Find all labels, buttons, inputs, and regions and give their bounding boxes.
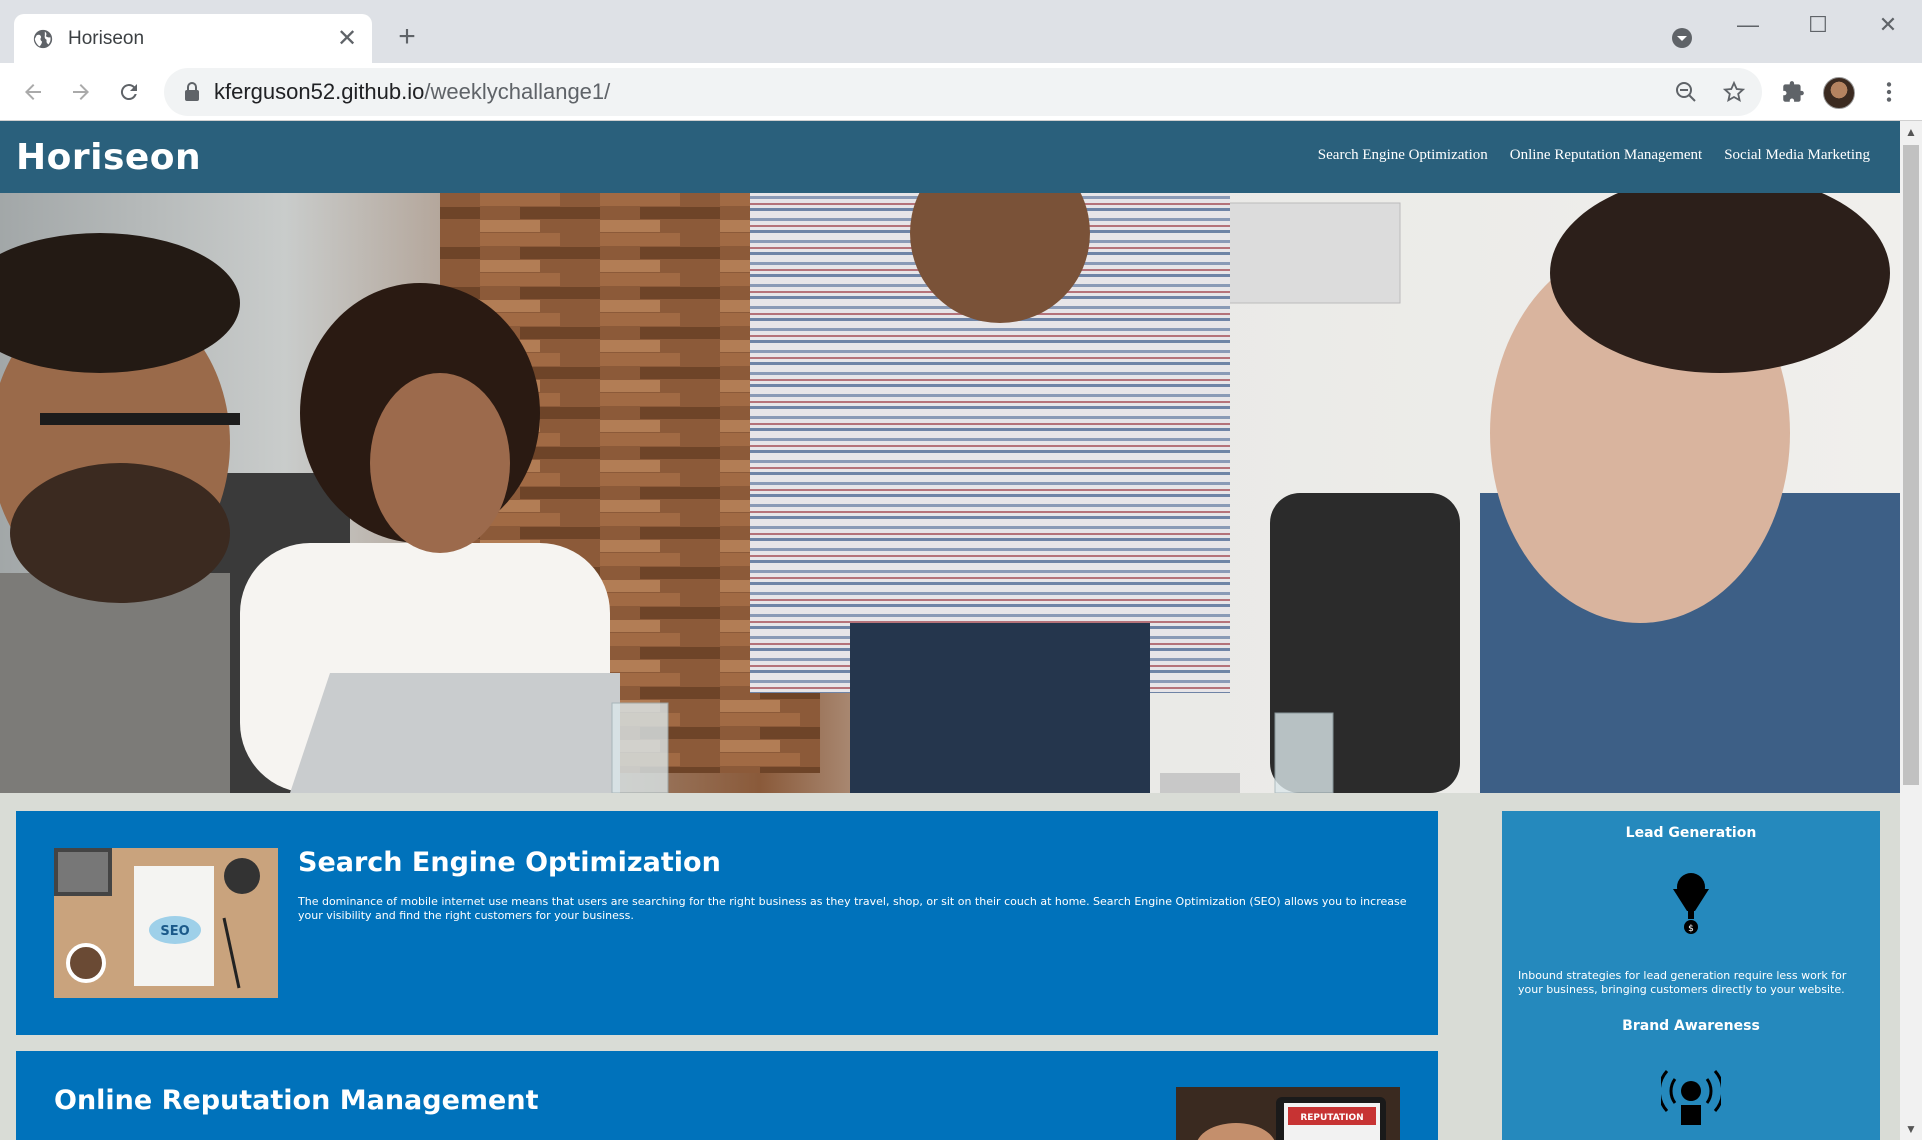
nav-link-orm[interactable]: Online Reputation Management <box>1510 147 1702 164</box>
menu-kebab-icon[interactable] <box>1876 79 1902 105</box>
lead-generation-icon: $ <box>1673 873 1709 934</box>
profile-avatar[interactable] <box>1823 77 1855 109</box>
seo-image-label: SEO <box>160 924 189 939</box>
scroll-thumb[interactable] <box>1903 145 1919 785</box>
nav-link-seo[interactable]: Search Engine Optimization <box>1318 147 1488 164</box>
site-nav: Search Engine Optimization Online Reputa… <box>1318 147 1870 164</box>
globe-icon <box>33 29 53 48</box>
browser-window: Horiseon ✕ + — ☐ ✕ kferguson52.github.io… <box>0 0 1922 1140</box>
minimize-icon[interactable]: — <box>1728 10 1768 40</box>
page-viewport: Horiseon Search Engine Optimization Onli… <box>0 121 1900 1140</box>
page-scrollbar[interactable]: ▲ ▼ <box>1900 121 1922 1140</box>
lock-icon[interactable] <box>184 82 200 102</box>
seo-section: SEO Search Engine Optimization The domin… <box>16 811 1438 1035</box>
browser-toolbar: kferguson52.github.io/weeklychallange1/ <box>0 63 1922 121</box>
bookmark-star-icon[interactable] <box>1722 80 1746 104</box>
orm-image-label: REPUTATION <box>1300 1113 1363 1123</box>
seo-image: SEO <box>54 848 278 998</box>
brand-awareness-icon <box>1661 1070 1721 1125</box>
back-icon[interactable] <box>16 75 50 109</box>
url-path: /weeklychallange1/ <box>424 79 611 104</box>
orm-heading: Online Reputation Management <box>54 1085 539 1116</box>
seo-heading: Search Engine Optimization <box>298 847 721 878</box>
lead-generation-text: Inbound strategies for lead generation r… <box>1518 969 1847 996</box>
scroll-down-icon[interactable]: ▼ <box>1900 1118 1922 1140</box>
url-host: kferguson52.github.io <box>214 79 425 104</box>
brand-awareness-heading: Brand Awareness <box>1622 1018 1760 1034</box>
seo-text: The dominance of mobile internet use mea… <box>298 895 1407 922</box>
site-logo[interactable]: Horiseon <box>16 137 201 178</box>
reload-icon[interactable] <box>112 75 146 109</box>
hero-image <box>0 193 1900 793</box>
window-close-icon[interactable]: ✕ <box>1868 10 1908 40</box>
svg-text:$: $ <box>1688 924 1694 934</box>
scroll-up-icon[interactable]: ▲ <box>1900 121 1922 143</box>
site-header: Horiseon Search Engine Optimization Onli… <box>0 121 1900 193</box>
extensions-icon[interactable] <box>1780 79 1806 105</box>
tab-search-icon[interactable] <box>1670 26 1694 50</box>
tab-title: Horiseon <box>68 27 145 49</box>
new-tab-icon[interactable]: + <box>392 22 422 52</box>
url-text[interactable]: kferguson52.github.io/weeklychallange1/ <box>214 79 610 105</box>
orm-image: REPUTATION <box>1176 1087 1400 1140</box>
close-tab-icon[interactable]: ✕ <box>332 24 362 54</box>
maximize-icon[interactable]: ☐ <box>1798 10 1838 40</box>
benefits-aside: Lead Generation $ Inbound strategies for… <box>1502 811 1880 1140</box>
lead-generation-heading: Lead Generation <box>1625 825 1757 841</box>
browser-tab[interactable]: Horiseon ✕ <box>14 14 372 63</box>
address-bar[interactable]: kferguson52.github.io/weeklychallange1/ <box>164 68 1762 116</box>
nav-link-smm[interactable]: Social Media Marketing <box>1724 147 1870 164</box>
orm-section: Online Reputation Management REPUTATION <box>16 1051 1438 1140</box>
zoom-icon[interactable] <box>1674 80 1698 104</box>
tab-strip: Horiseon ✕ + — ☐ ✕ <box>0 0 1922 63</box>
forward-icon[interactable] <box>64 75 98 109</box>
